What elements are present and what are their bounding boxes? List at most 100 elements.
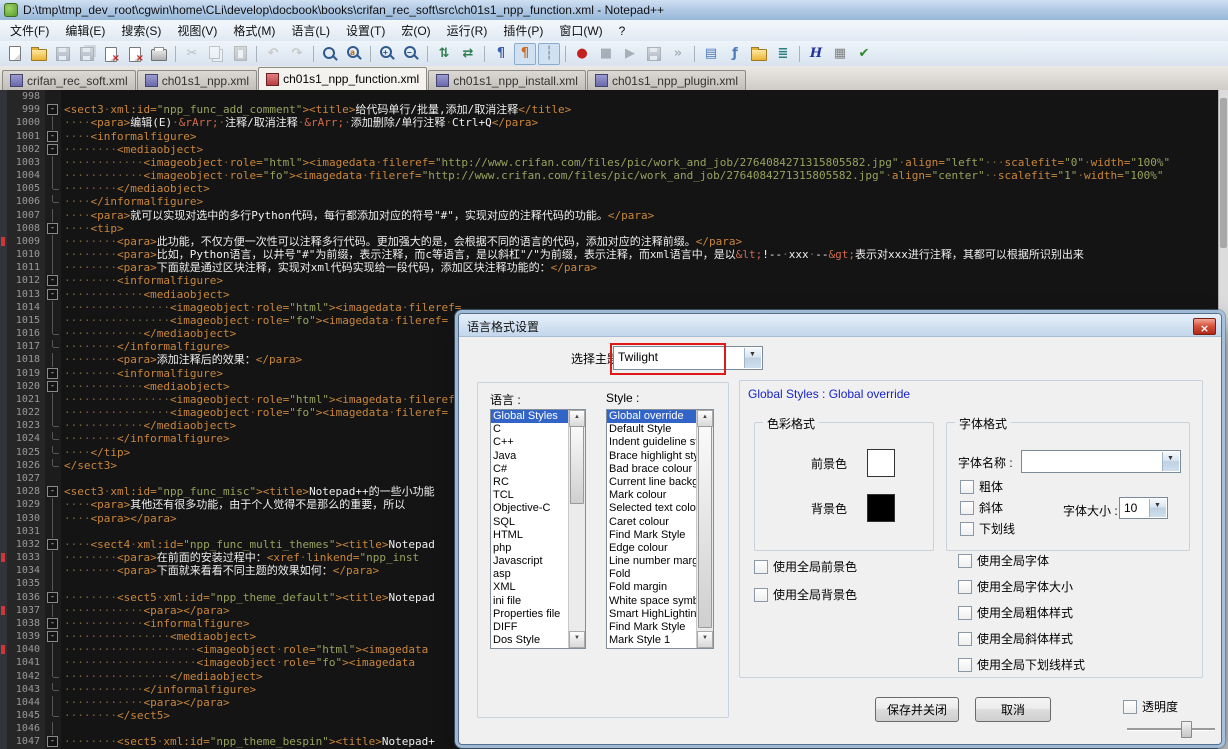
close-button[interactable]: × <box>100 43 122 65</box>
menu-item-format[interactable]: 格式(M) <box>225 20 283 41</box>
foreground-colour-swatch[interactable] <box>867 449 895 477</box>
paste-button[interactable] <box>229 43 251 65</box>
style-list-scrollbar[interactable] <box>696 410 713 648</box>
style-item-mark-style-1[interactable]: Mark Style 1 <box>607 634 696 647</box>
new-file-button[interactable] <box>4 43 26 65</box>
folder-workspace-button[interactable] <box>748 43 770 65</box>
menu-item-macro[interactable]: 宏(O) <box>393 20 438 41</box>
use-global-bold-checkbox[interactable]: 使用全局粗体样式 <box>958 604 1085 621</box>
editor-line-1013[interactable]: 1013-············<mediaobject> <box>0 288 1228 301</box>
style-item-bad-brace-colour[interactable]: Bad brace colour <box>607 463 696 476</box>
fold-collapse-toggle[interactable]: - <box>45 288 61 301</box>
spell-check-button[interactable]: ✔ <box>853 43 875 65</box>
transparency-checkbox[interactable]: 透明度 <box>1123 698 1178 715</box>
theme-select[interactable]: Twilight <box>613 346 763 370</box>
style-item-mark-colour[interactable]: Mark colour <box>607 489 696 502</box>
menu-item-run[interactable]: 运行(R) <box>439 20 496 41</box>
save-and-close-button[interactable]: 保存并关闭 <box>875 697 959 722</box>
show-all-characters-button[interactable]: ¶ <box>514 43 536 65</box>
fold-collapse-toggle[interactable]: - <box>45 103 61 116</box>
cancel-button[interactable]: 取消 <box>975 697 1051 722</box>
style-item-fold-margin[interactable]: Fold margin <box>607 581 696 594</box>
language-item-java[interactable]: Java <box>491 450 568 463</box>
language-item-rc[interactable]: RC <box>491 476 568 489</box>
language-item-objective-c[interactable]: Objective-C <box>491 502 568 515</box>
editor-line-1014[interactable]: 1014················<imageobject·role="h… <box>0 301 1228 314</box>
scrollbar-thumb[interactable] <box>570 426 584 504</box>
editor-line-1000[interactable]: 1000····<para>编辑(E)·&rArr;·注释/取消注释·&rArr… <box>0 116 1228 129</box>
language-item-html[interactable]: HTML <box>491 529 568 542</box>
start-recording-button[interactable]: ● <box>571 43 593 65</box>
editor-line-1011[interactable]: 1011········<para>下面就是通过区块注释，实现对xml代码实现给… <box>0 261 1228 274</box>
style-item-edge-colour[interactable]: Edge colour <box>607 542 696 555</box>
playback-macro-button[interactable]: ▶ <box>619 43 641 65</box>
find-button[interactable] <box>319 43 341 65</box>
fold-minus-icon[interactable]: - <box>47 223 58 234</box>
dialog-title-bar[interactable]: 语言格式设置 <box>459 314 1221 337</box>
fold-minus-icon[interactable]: - <box>47 486 58 497</box>
fold-minus-icon[interactable]: - <box>47 368 58 379</box>
run-macro-multiple-button[interactable]: » <box>667 43 689 65</box>
fold-collapse-toggle[interactable]: - <box>45 538 61 551</box>
language-item-javascript[interactable]: Javascript <box>491 555 568 568</box>
replace-button[interactable]: a <box>343 43 365 65</box>
scroll-down-icon[interactable] <box>697 631 713 648</box>
fold-collapse-toggle[interactable]: - <box>45 735 61 748</box>
copy-button[interactable] <box>205 43 227 65</box>
language-list-scrollbar[interactable] <box>568 410 585 648</box>
fold-collapse-toggle[interactable]: - <box>45 222 61 235</box>
scroll-up-icon[interactable] <box>569 410 585 427</box>
chevron-down-icon[interactable] <box>1149 499 1166 517</box>
tab-ch01s1-npp-install-xml[interactable]: ch01s1_npp_install.xml <box>428 70 586 90</box>
editor-line-1006[interactable]: 1006····</informalfigure> <box>0 195 1228 208</box>
style-item-caret-colour[interactable]: Caret colour <box>607 516 696 529</box>
doc-map-button[interactable]: ▤ <box>700 43 722 65</box>
title-bar[interactable]: D:\tmp\tmp_dev_root\cgwin\home\CLi\devel… <box>0 0 1228 21</box>
sync-vertical-scroll-button[interactable]: ⇅ <box>433 43 455 65</box>
editor-line-1003[interactable]: 1003············<imageobject·role="html"… <box>0 156 1228 169</box>
zoom-in-button[interactable]: + <box>376 43 398 65</box>
chevron-down-icon[interactable] <box>1162 452 1179 471</box>
menu-item-window[interactable]: 窗口(W) <box>551 20 610 41</box>
tab-ch01s1-npp-function-xml[interactable]: ch01s1_npp_function.xml <box>258 67 427 90</box>
chevron-down-icon[interactable] <box>744 348 761 368</box>
table-tool-button[interactable]: ▦ <box>829 43 851 65</box>
language-item-dos-style[interactable]: Dos Style <box>491 634 568 647</box>
use-global-italic-checkbox[interactable]: 使用全局斜体样式 <box>958 630 1085 647</box>
fold-collapse-toggle[interactable]: - <box>45 274 61 287</box>
style-item-smart-highlighting[interactable]: Smart HighLighting <box>607 608 696 621</box>
editor-line-998[interactable]: 998 <box>0 90 1228 103</box>
style-listbox[interactable]: Global overrideDefault StyleIndent guide… <box>606 409 714 649</box>
style-item-find-mark-style[interactable]: Find Mark Style <box>607 621 696 634</box>
print-button[interactable] <box>148 43 170 65</box>
fold-minus-icon[interactable]: - <box>47 618 58 629</box>
fold-minus-icon[interactable]: - <box>47 131 58 142</box>
language-item-global-styles[interactable]: Global Styles <box>491 410 568 423</box>
language-item-c[interactable]: C <box>491 423 568 436</box>
menu-item-settings[interactable]: 设置(T) <box>338 20 393 41</box>
fold-minus-icon[interactable]: - <box>47 144 58 155</box>
close-all-button[interactable]: × <box>124 43 146 65</box>
fold-collapse-toggle[interactable]: - <box>45 617 61 630</box>
fold-minus-icon[interactable]: - <box>47 736 58 747</box>
menu-item-plugins[interactable]: 插件(P) <box>495 20 551 41</box>
tab-crifan-rec-soft-xml[interactable]: crifan_rec_soft.xml <box>2 70 136 90</box>
use-global-font-checkbox[interactable]: 使用全局字体 <box>958 552 1085 569</box>
style-item-white-space-symbol[interactable]: White space symbol <box>607 595 696 608</box>
style-item-default-style[interactable]: Default Style <box>607 423 696 436</box>
menu-item-view[interactable]: 视图(V) <box>169 20 225 41</box>
fold-collapse-toggle[interactable]: - <box>45 380 61 393</box>
language-item-c-[interactable]: C++ <box>491 436 568 449</box>
language-item-c-[interactable]: C# <box>491 463 568 476</box>
fold-collapse-toggle[interactable]: - <box>45 485 61 498</box>
fold-minus-icon[interactable]: - <box>47 631 58 642</box>
transparency-slider[interactable] <box>1127 719 1215 737</box>
html-preview-button[interactable]: H <box>805 43 827 65</box>
fold-collapse-toggle[interactable]: - <box>45 130 61 143</box>
save-button[interactable] <box>52 43 74 65</box>
style-item-current-line-background[interactable]: Current line background <box>607 476 696 489</box>
redo-button[interactable]: ↷ <box>286 43 308 65</box>
style-item-fold[interactable]: Fold <box>607 568 696 581</box>
fold-collapse-toggle[interactable]: - <box>45 143 61 156</box>
scrollbar-thumb[interactable] <box>698 426 712 628</box>
